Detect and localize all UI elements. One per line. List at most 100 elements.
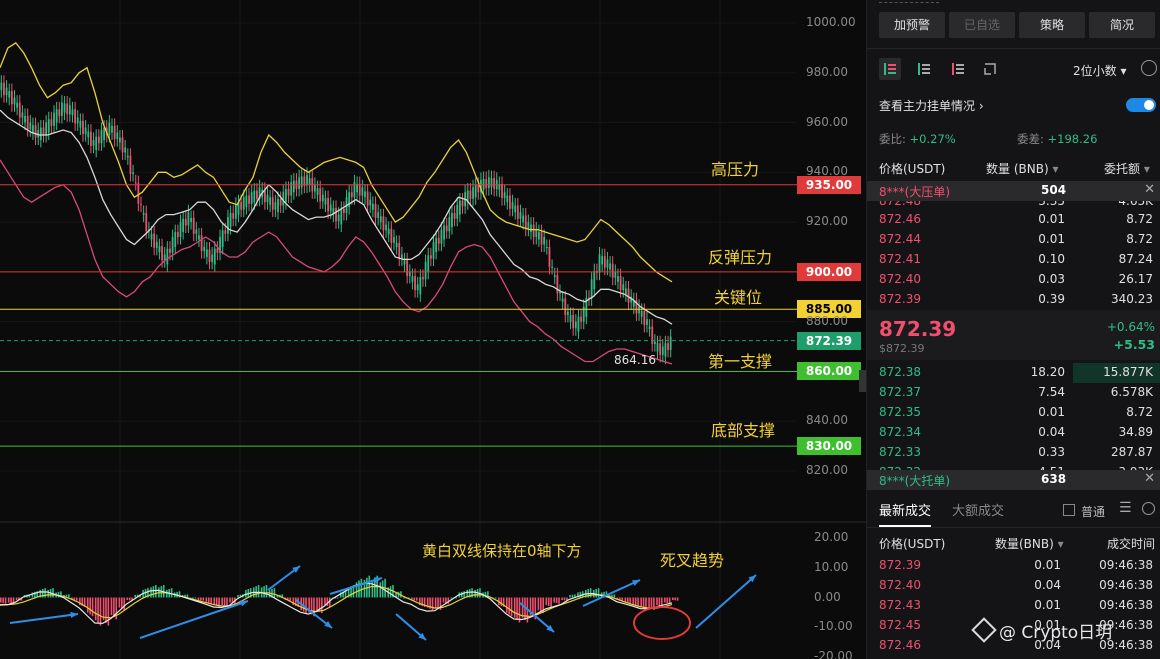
candle-body: [271, 197, 274, 210]
watchlist-button[interactable]: 已自选: [949, 12, 1015, 38]
chart-area[interactable]: 高压力 反弹压力 关键位 第一支撑 底部支撑 黄白双线保持在0轴下方 死叉趋势 …: [0, 0, 866, 659]
trade-qty: 0.01: [1034, 558, 1061, 572]
candle-body: [74, 109, 77, 124]
candle-body: [503, 192, 506, 199]
macd-histogram-bar: [68, 594, 70, 598]
filter-icon[interactable]: ☰: [1119, 500, 1132, 516]
candle-body: [200, 235, 203, 252]
bid-qty: 0.04: [1038, 425, 1065, 439]
macd-histogram-bar: [120, 597, 123, 609]
macd-histogram-bar: [537, 597, 540, 611]
bid-row[interactable]: 872.37 7.54 6.578K: [867, 383, 1160, 403]
candle-body: [519, 212, 522, 219]
candle-body: [419, 276, 422, 295]
last-price: 872.39: [879, 317, 957, 341]
macd-histogram-bar: [555, 597, 558, 604]
close-icon[interactable]: ✕: [1144, 182, 1155, 197]
diff-label: 委差:: [1017, 132, 1044, 146]
macd-histogram-bar: [672, 597, 674, 601]
settings-icon[interactable]: [1142, 502, 1155, 515]
macd-histogram-bar: [113, 597, 115, 618]
macd-histogram-bar: [134, 594, 136, 598]
ask-row[interactable]: 872.44 0.01 8.72: [867, 230, 1160, 250]
toggle-knob: [1144, 100, 1154, 110]
candle-body: [445, 225, 448, 232]
trade-header-qty[interactable]: 数量(BNB) ▾: [995, 535, 1064, 552]
strategy-button[interactable]: 策略: [1019, 12, 1085, 38]
candle-body: [166, 248, 169, 265]
ask-row[interactable]: 872.40 0.03 26.17: [867, 270, 1160, 290]
candle-body: [385, 224, 387, 231]
candle-body: [71, 109, 74, 116]
macd-histogram-bar: [500, 597, 503, 606]
candle-body: [522, 215, 525, 223]
add-alert-button[interactable]: 加预警: [879, 12, 945, 38]
candle-body: [76, 117, 79, 124]
close-icon[interactable]: ✕: [1144, 471, 1155, 486]
candle-body: [569, 315, 572, 322]
overview-button[interactable]: 简况: [1089, 12, 1155, 38]
big-sell-order-bar[interactable]: 8***(大压单) 504 ✕: [867, 181, 1160, 201]
candle-body: [45, 122, 48, 135]
macd-histogram-bar: [656, 597, 658, 606]
macd-histogram-bar: [210, 597, 212, 604]
bid-total: 34.89: [1118, 425, 1153, 439]
layout-both-icon[interactable]: [879, 58, 901, 80]
candle-body: [319, 188, 322, 202]
candle-body: [229, 212, 232, 228]
candle-body: [95, 136, 98, 150]
candle-body: [142, 212, 145, 215]
candle-body: [424, 261, 427, 280]
tab-large-trades[interactable]: 大额成交: [952, 500, 1004, 519]
tab-latest-trades[interactable]: 最新成交: [879, 500, 932, 527]
candle-body: [374, 203, 377, 218]
ask-row[interactable]: 872.39 0.39 340.23: [867, 290, 1160, 310]
chart-resize-handle[interactable]: [859, 370, 866, 392]
binance-logo-icon: [971, 617, 997, 643]
big-sell-label: 8***(大压单): [879, 185, 950, 199]
trade-price: 872.40: [879, 578, 921, 592]
last-price-usd: $872.39: [879, 342, 925, 355]
candle-body: [661, 346, 664, 355]
ask-row[interactable]: 872.41 0.10 87.24: [867, 250, 1160, 270]
candle-body: [321, 194, 324, 202]
bid-row[interactable]: 872.35 0.01 8.72: [867, 403, 1160, 423]
settings-icon[interactable]: [1141, 60, 1157, 76]
header-qty[interactable]: 数量 (BNB) ▾: [986, 160, 1058, 177]
main-orders-toggle[interactable]: [1126, 98, 1156, 112]
candle-body: [603, 256, 606, 268]
macd-histogram-bar: [0, 597, 2, 603]
macd-histogram-bar: [128, 597, 131, 601]
ratio-label: 委比:: [879, 132, 906, 146]
candle-body: [422, 276, 424, 280]
bid-row[interactable]: 872.33 0.33 287.87: [867, 443, 1160, 463]
order-book-panel: 加预警 已自选 策略 简况 2位小数 ▾ 查看主力挂单情况 › 委比: +0.2…: [866, 0, 1160, 659]
bid-qty: 0.01: [1038, 405, 1065, 419]
candle-body: [53, 112, 55, 126]
candle-body: [277, 198, 279, 213]
candle-body: [29, 122, 32, 130]
ask-total: 8.72: [1126, 212, 1153, 226]
macd-histogram-bar: [648, 597, 650, 608]
candle-body: [10, 91, 13, 105]
main-orders-link[interactable]: 查看主力挂单情况 ›: [879, 97, 984, 114]
fullscreen-icon[interactable]: [979, 58, 1001, 80]
layout-bids-icon[interactable]: [913, 58, 935, 80]
bid-row[interactable]: 872.34 0.04 34.89: [867, 423, 1160, 443]
ask-row[interactable]: 872.46 0.01 8.72: [867, 210, 1160, 230]
header-total[interactable]: 委托额 ▾: [1104, 160, 1150, 177]
candle-body: [287, 188, 290, 196]
candle-body: [308, 178, 311, 185]
big-buy-order-bar[interactable]: 8***(大托单) 638 ✕: [867, 470, 1160, 490]
divider: [879, 2, 939, 3]
macd-histogram-bar: [676, 597, 679, 601]
candle-body: [627, 288, 630, 303]
layout-asks-icon[interactable]: [947, 58, 969, 80]
normal-checkbox[interactable]: [1063, 504, 1075, 516]
candle-body: [640, 310, 643, 317]
decimals-select[interactable]: 2位小数 ▾: [1073, 62, 1127, 79]
ratio-row: 委比: +0.27%: [879, 131, 956, 147]
macd-histogram-bar: [97, 597, 99, 623]
bid-row[interactable]: 872.38 18.20 15.877K: [867, 363, 1160, 383]
candle-body: [82, 120, 84, 135]
